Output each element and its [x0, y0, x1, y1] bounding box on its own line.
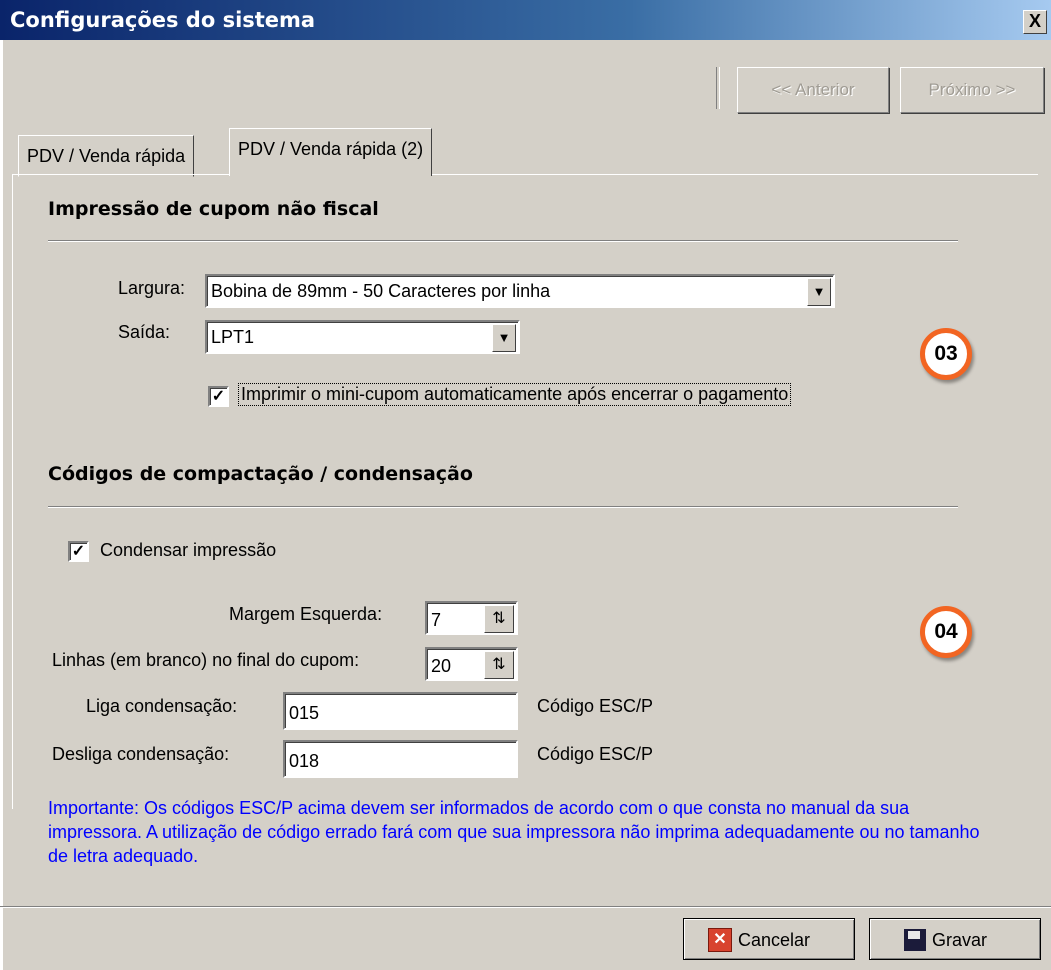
auto-print-label[interactable]: Imprimir o mini-cupom automaticamente ap…: [238, 383, 792, 406]
toolbar: [0, 40, 1051, 125]
width-label: Largura:: [118, 278, 186, 298]
window-border: [0, 40, 3, 970]
step-badge-03: 03: [920, 328, 972, 380]
chevron-down-icon[interactable]: ▼: [492, 324, 516, 352]
spin-arrows-icon[interactable]: ⇅: [484, 605, 514, 633]
close-button[interactable]: X: [1023, 10, 1047, 34]
save-button[interactable]: Gravar: [869, 918, 1041, 960]
tab-panel-left-border: [12, 174, 13, 809]
auto-print-checkbox[interactable]: ✓: [208, 386, 229, 407]
section-divider: [48, 240, 958, 242]
cancel-button-label: Cancelar: [738, 930, 811, 950]
left-margin-value: 7: [431, 610, 442, 630]
blank-lines-value: 20: [431, 656, 452, 676]
floppy-disk-icon: [904, 928, 926, 951]
window-title: Configurações do sistema: [10, 8, 316, 32]
left-margin-spinner[interactable]: 7 ⇅: [425, 601, 518, 635]
check-icon: ✓: [211, 388, 226, 405]
output-select-value: LPT1: [211, 327, 255, 347]
check-icon: ✓: [71, 543, 86, 560]
window-titlebar: Configurações do sistema X: [0, 0, 1051, 40]
step-badge-04: 04: [920, 606, 972, 658]
save-button-label: Gravar: [932, 930, 988, 950]
condense-checkbox[interactable]: ✓: [68, 541, 89, 562]
footer-separator: [0, 906, 1051, 908]
condense-label[interactable]: Condensar impressão: [100, 540, 276, 561]
width-select[interactable]: Bobina de 89mm - 50 Caracteres por linha…: [205, 274, 835, 308]
disable-condense-hint: Código ESC/P: [537, 744, 654, 764]
tab-panel-border: [12, 174, 1038, 175]
width-select-value: Bobina de 89mm - 50 Caracteres por linha: [211, 281, 551, 301]
section-title-print: Impressão de cupom não fiscal: [48, 198, 379, 220]
enable-condense-hint: Código ESC/P: [537, 696, 654, 716]
section-divider: [48, 506, 958, 508]
disable-condense-input[interactable]: 018: [283, 740, 518, 778]
blank-lines-label: Linhas (em branco) no final do cupom:: [52, 650, 360, 670]
tab-pdv-venda-rapida[interactable]: PDV / Venda rápida: [18, 135, 195, 177]
enable-condense-label: Liga condensação:: [86, 696, 238, 716]
previous-button[interactable]: << Anterior: [737, 67, 889, 113]
disable-condense-label: Desliga condensação:: [52, 744, 230, 764]
info-text: Importante: Os códigos ESC/P acima devem…: [48, 798, 980, 866]
left-margin-label: Margem Esquerda:: [229, 604, 383, 624]
section-title-codes: Códigos de compactação / condensação: [48, 463, 473, 485]
next-button[interactable]: Próximo >>: [900, 67, 1044, 113]
output-label: Saída:: [118, 322, 171, 342]
chevron-down-icon[interactable]: ▼: [807, 278, 831, 306]
tab-pdv-venda-rapida-2[interactable]: PDV / Venda rápida (2): [229, 128, 433, 176]
spin-arrows-icon[interactable]: ⇅: [484, 651, 514, 679]
enable-condense-input[interactable]: 015: [283, 692, 518, 730]
blank-lines-spinner[interactable]: 20 ⇅: [425, 647, 518, 681]
toolbar-separator: [716, 67, 720, 109]
output-select[interactable]: LPT1 ▼: [205, 320, 520, 354]
cancel-x-icon: ✕: [708, 927, 732, 952]
cancel-button[interactable]: ✕ Cancelar: [683, 918, 855, 960]
